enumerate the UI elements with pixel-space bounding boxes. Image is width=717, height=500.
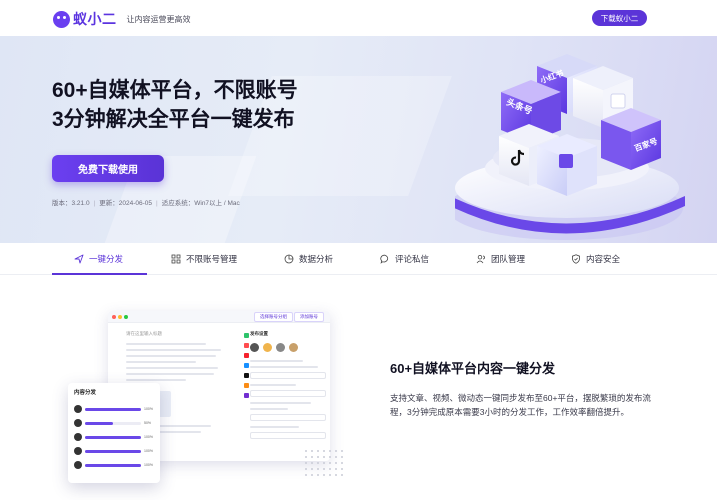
progress-percent: 100% bbox=[144, 407, 153, 411]
progress-row: 100% bbox=[74, 402, 154, 416]
hero-banner: 60+自媒体平台，不限账号 3分钟解决全平台一键发布 免费下载使用 版本：3.2… bbox=[0, 36, 717, 243]
grid-icon bbox=[171, 254, 181, 264]
progress-fill bbox=[85, 449, 141, 453]
feature-tabs: 一键分发 不限账号管理 数据分析 评论私信 团队管理 内容安全 bbox=[0, 243, 717, 275]
mockup-tab-add-account: 添加账号 bbox=[294, 312, 324, 322]
progress-percent: 100% bbox=[144, 463, 153, 467]
window-close-dot bbox=[112, 315, 116, 319]
progress-row: 50% bbox=[74, 416, 154, 430]
pie-chart-icon bbox=[284, 254, 294, 264]
feature-description: 支持文章、视频、微动态一键同步发布至60+平台，摆脱繁琐的发布流程，3分钟完成原… bbox=[390, 393, 651, 417]
hero-title: 60+自媒体平台，不限账号 3分钟解决全平台一键发布 bbox=[52, 76, 298, 134]
tab-label: 评论私信 bbox=[395, 254, 430, 264]
tab-label: 一键分发 bbox=[89, 254, 124, 264]
system-requirements: 适应系统：Win7以上 / Mac bbox=[161, 200, 240, 207]
brand-slogan: 让内容运营更高效 bbox=[126, 14, 191, 24]
progress-row: 100% bbox=[74, 430, 154, 444]
hero-title-line2: 3分钟解决全平台一键发布 bbox=[52, 108, 295, 131]
mockup-toolbar: 选择账号分组 添加账号 bbox=[108, 311, 330, 323]
tab-team-management[interactable]: 团队管理 bbox=[476, 243, 525, 275]
progress-fill bbox=[85, 435, 141, 439]
tab-label: 数据分析 bbox=[299, 254, 334, 264]
tab-label: 内容安全 bbox=[586, 254, 621, 264]
dot-pattern-decoration bbox=[303, 448, 343, 478]
tab-label: 不限账号管理 bbox=[186, 254, 238, 264]
progress-row: 100% bbox=[74, 444, 154, 458]
tab-account-management[interactable]: 不限账号管理 bbox=[171, 243, 237, 275]
progress-percent: 100% bbox=[144, 435, 153, 439]
popup-title: 内容分发 bbox=[74, 390, 97, 396]
brand-name: 蚁小二 bbox=[73, 11, 117, 27]
brand[interactable]: 蚁小二 让内容运营更高效 bbox=[53, 9, 191, 29]
distribution-progress-card: 内容分发 100% 50% 100% 100% 100% bbox=[68, 383, 160, 483]
mockup-publish-settings: 发布设置 bbox=[250, 331, 326, 456]
window-minimize-dot bbox=[118, 315, 122, 319]
shield-icon bbox=[571, 254, 581, 264]
progress-fill bbox=[85, 407, 141, 411]
chat-icon bbox=[380, 254, 389, 264]
team-icon bbox=[476, 255, 485, 264]
mockup-side-title: 发布设置 bbox=[250, 331, 268, 336]
update-date: 更新：2024-06-05 bbox=[99, 200, 153, 207]
mockup-tab-account-group: 选择账号分组 bbox=[254, 312, 293, 322]
progress-fill bbox=[85, 463, 141, 467]
logo-icon bbox=[53, 10, 70, 28]
hero-title-line1: 60+自媒体平台，不限账号 bbox=[52, 79, 298, 102]
version-info: 版本：3.21.0 | 更新：2024-06-05 | 适应系统：Win7以上 / Ma… bbox=[52, 200, 240, 207]
version-label: 版本：3.21.0 bbox=[52, 200, 90, 207]
progress-row: 100% bbox=[74, 458, 154, 472]
send-icon bbox=[74, 254, 84, 264]
progress-percent: 100% bbox=[144, 449, 153, 453]
progress-fill bbox=[85, 421, 113, 425]
active-tab-indicator bbox=[52, 273, 147, 275]
cube-center-glass bbox=[537, 134, 597, 196]
tab-content-security[interactable]: 内容安全 bbox=[571, 243, 620, 275]
top-navigation: 蚁小二 让内容运营更高效 下载蚁小二 bbox=[0, 0, 717, 36]
tab-label: 团队管理 bbox=[491, 254, 526, 264]
tab-comments-messages[interactable]: 评论私信 bbox=[380, 243, 429, 275]
free-download-button[interactable]: 免费下载使用 bbox=[52, 155, 164, 182]
progress-percent: 50% bbox=[144, 421, 152, 425]
header-download-button[interactable]: 下载蚁小二 bbox=[592, 10, 647, 26]
tab-data-analysis[interactable]: 数据分析 bbox=[284, 243, 333, 275]
tab-one-click-publish[interactable]: 一键分发 bbox=[74, 243, 123, 275]
mockup-title-placeholder: 请在这里输入标题 bbox=[126, 331, 162, 336]
platform-cubes-illustration: 头条号 小红书 百家号 bbox=[455, 54, 685, 240]
feature-title: 60+自媒体平台内容一键分发 bbox=[390, 361, 556, 376]
window-maximize-dot bbox=[124, 315, 128, 319]
